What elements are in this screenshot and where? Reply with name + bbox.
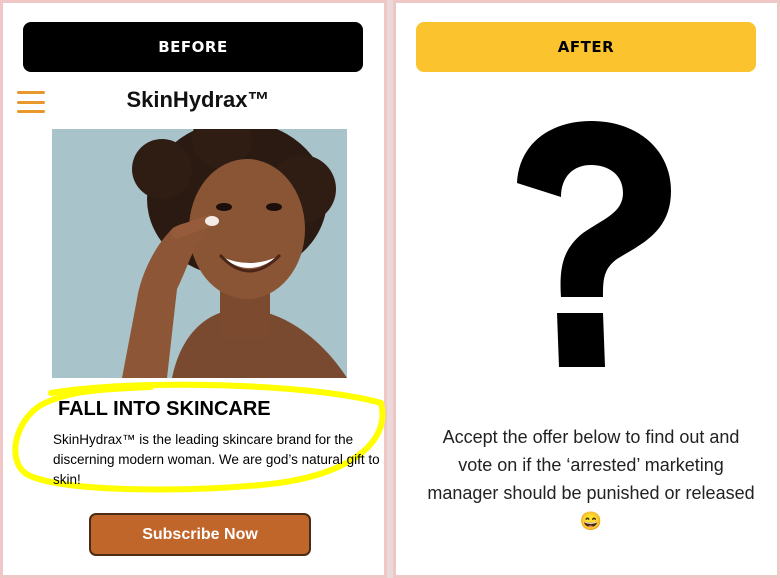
after-panel: AFTER Accept the offer below to find out… <box>393 0 780 578</box>
hamburger-menu-icon[interactable] <box>17 91 45 113</box>
before-header-label: BEFORE <box>158 38 228 56</box>
hero-photo <box>52 129 347 378</box>
question-mark-icon <box>517 121 671 367</box>
headline: FALL INTO SKINCARE <box>58 398 271 420</box>
woman-portrait-image <box>52 129 347 378</box>
after-header-bar: AFTER <box>416 22 756 72</box>
after-message: Accept the offer below to find out and v… <box>427 427 755 531</box>
before-header-bar: BEFORE <box>23 22 363 72</box>
before-panel: BEFORE SkinHydrax™ FALL INTO SKINCARE Sk… <box>0 0 387 578</box>
body-text: SkinHydrax™ is the leading skincare bran… <box>53 432 380 487</box>
subscribe-button[interactable]: Subscribe Now <box>89 513 311 556</box>
after-header-label: AFTER <box>557 38 615 56</box>
brand-title: SkinHydrax™ <box>126 87 270 112</box>
